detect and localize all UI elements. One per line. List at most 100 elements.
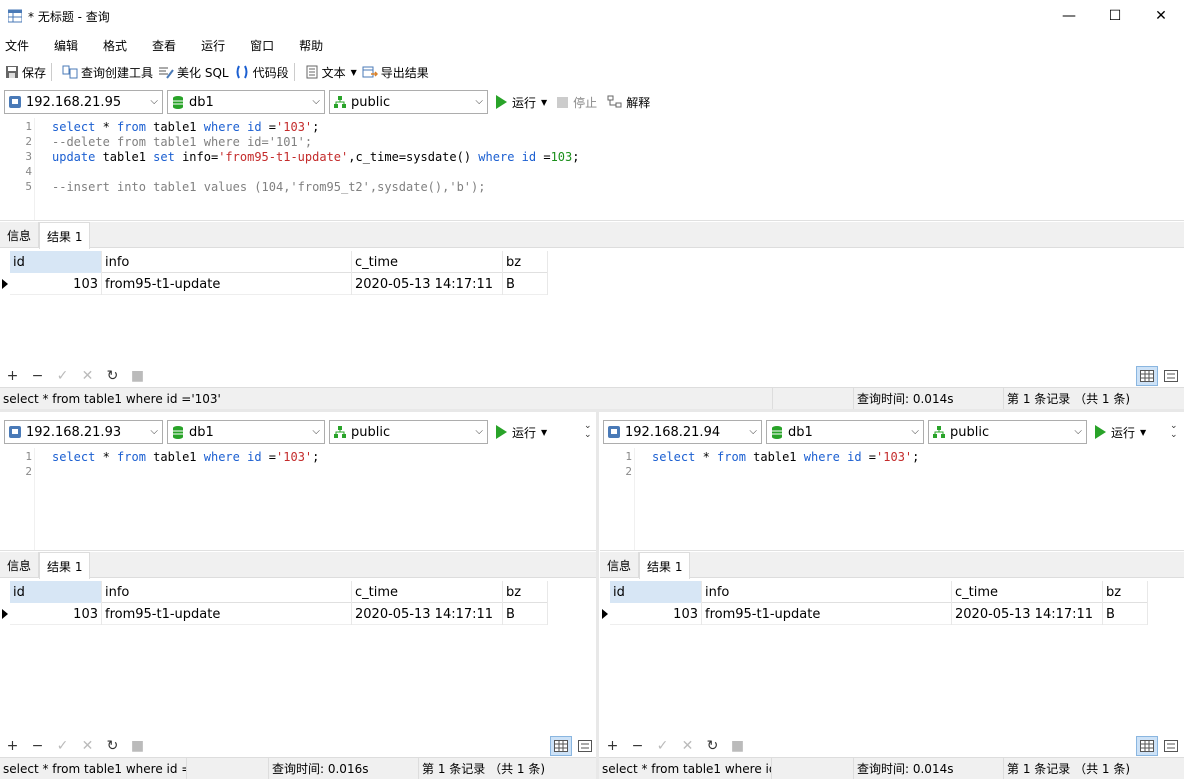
host-select[interactable]: 192.168.21.94 ⌵: [603, 420, 762, 444]
menu-edit[interactable]: 编辑: [54, 37, 78, 54]
column-header-id[interactable]: id: [610, 581, 702, 603]
apply-icon[interactable]: ✓: [50, 738, 75, 754]
delete-row-icon[interactable]: −: [625, 738, 650, 754]
cell-id[interactable]: 103: [10, 603, 102, 625]
menu-format[interactable]: 格式: [103, 37, 127, 54]
vertical-splitter[interactable]: [596, 409, 599, 779]
add-row-icon[interactable]: +: [0, 738, 25, 754]
discard-icon[interactable]: ✕: [75, 368, 100, 384]
overflow-chevron-icon[interactable]: ⌄ ⌄: [584, 422, 592, 440]
column-header-info[interactable]: info: [702, 581, 952, 603]
connection-icon: [9, 96, 21, 108]
table-row[interactable]: 103 from95-t1-update 2020-05-13 14:17:11…: [10, 603, 548, 625]
export-label: 导出结果: [380, 65, 429, 80]
run-button[interactable]: 运行 ▼: [496, 94, 547, 111]
column-header-bz[interactable]: bz: [503, 581, 548, 603]
discard-icon[interactable]: ✕: [675, 738, 700, 754]
delete-row-icon[interactable]: −: [25, 368, 50, 384]
column-header-bz[interactable]: bz: [1103, 581, 1148, 603]
table-row[interactable]: 103 from95-t1-update 2020-05-13 14:17:11…: [10, 273, 548, 295]
save-button[interactable]: 保存: [5, 64, 46, 81]
grid-view-icon[interactable]: [1136, 736, 1158, 756]
database-select[interactable]: db1 ⌵: [766, 420, 924, 444]
cell-id[interactable]: 103: [610, 603, 702, 625]
menu-view[interactable]: 查看: [152, 37, 176, 54]
explain-button[interactable]: 解释: [607, 94, 650, 111]
table-row[interactable]: 103 from95-t1-update 2020-05-13 14:17:11…: [610, 603, 1148, 625]
column-header-c-time[interactable]: c_time: [352, 251, 503, 273]
form-view-icon[interactable]: [1160, 366, 1182, 386]
column-header-id[interactable]: id: [10, 251, 102, 273]
query-builder-button[interactable]: 查询创建工具: [62, 64, 153, 81]
apply-icon[interactable]: ✓: [650, 738, 675, 754]
refresh-icon[interactable]: ↻: [100, 738, 125, 754]
column-header-info[interactable]: info: [102, 581, 352, 603]
top-sql-editor[interactable]: 1 2 3 4 5 select * from table1 where id …: [0, 118, 1184, 220]
cell-c-time[interactable]: 2020-05-13 14:17:11: [352, 603, 503, 625]
cell-info[interactable]: from95-t1-update: [102, 273, 352, 295]
menu-run[interactable]: 运行: [201, 37, 225, 54]
refresh-icon[interactable]: ↻: [700, 738, 725, 754]
grid-view-icon[interactable]: [550, 736, 572, 756]
cell-id[interactable]: 103: [10, 273, 102, 295]
save-icon: [6, 66, 18, 78]
menu-help[interactable]: 帮助: [299, 37, 323, 54]
tab-info[interactable]: 信息: [600, 552, 640, 578]
tab-result-1[interactable]: 结果 1: [639, 552, 691, 579]
grid-view-icon[interactable]: [1136, 366, 1158, 386]
add-row-icon[interactable]: +: [600, 738, 625, 754]
tab-info[interactable]: 信息: [0, 552, 40, 578]
stop-icon[interactable]: ■: [725, 738, 750, 754]
cell-bz[interactable]: B: [503, 273, 548, 295]
host-select[interactable]: 192.168.21.93 ⌵: [4, 420, 163, 444]
close-button[interactable]: ✕: [1138, 0, 1184, 32]
run-button[interactable]: 运行 ▼: [496, 424, 547, 441]
tab-result-1[interactable]: 结果 1: [39, 222, 91, 249]
add-row-icon[interactable]: +: [0, 368, 25, 384]
minimize-button[interactable]: —: [1046, 0, 1092, 32]
cell-bz[interactable]: B: [503, 603, 548, 625]
refresh-icon[interactable]: ↻: [100, 368, 125, 384]
stop-icon[interactable]: ■: [125, 368, 150, 384]
cell-info[interactable]: from95-t1-update: [102, 603, 352, 625]
column-header-id[interactable]: id: [10, 581, 102, 603]
stop-icon[interactable]: ■: [125, 738, 150, 754]
menu-file[interactable]: 文件: [5, 37, 29, 54]
column-header-c-time[interactable]: c_time: [352, 581, 503, 603]
schema-select[interactable]: public ⌵: [329, 90, 488, 114]
menu-window[interactable]: 窗口: [250, 37, 274, 54]
stop-button[interactable]: 停止: [557, 94, 597, 111]
cell-bz[interactable]: B: [1103, 603, 1148, 625]
overflow-chevron-icon[interactable]: ⌄ ⌄: [1170, 422, 1178, 440]
beautify-sql-button[interactable]: 美化 SQL: [158, 64, 229, 81]
export-results-button[interactable]: 导出结果: [362, 64, 429, 81]
row-pointer-icon: [2, 279, 8, 289]
run-button[interactable]: 运行 ▼: [1095, 424, 1146, 441]
apply-icon[interactable]: ✓: [50, 368, 75, 384]
discard-icon[interactable]: ✕: [75, 738, 100, 754]
database-select[interactable]: db1 ⌵: [167, 90, 325, 114]
database-select[interactable]: db1 ⌵: [167, 420, 325, 444]
right-sql-editor[interactable]: 1 2 select * from table1 where id ='103'…: [600, 448, 1184, 550]
tab-info[interactable]: 信息: [0, 222, 40, 248]
schema-select[interactable]: public ⌵: [329, 420, 488, 444]
top-result-tabs: 信息 结果 1: [0, 222, 1184, 249]
cell-info[interactable]: from95-t1-update: [702, 603, 952, 625]
text-mode-button[interactable]: 文本 ▼: [305, 64, 357, 81]
tab-result-1[interactable]: 结果 1: [39, 552, 91, 579]
horizontal-splitter[interactable]: [0, 409, 1184, 412]
column-header-c-time[interactable]: c_time: [952, 581, 1103, 603]
snippet-button[interactable]: 代码段: [234, 64, 289, 81]
host-select[interactable]: 192.168.21.95 ⌵: [4, 90, 163, 114]
column-header-info[interactable]: info: [102, 251, 352, 273]
form-view-icon[interactable]: [1160, 736, 1182, 756]
form-view-icon[interactable]: [574, 736, 596, 756]
column-header-bz[interactable]: bz: [503, 251, 548, 273]
schema-select[interactable]: public ⌵: [928, 420, 1087, 444]
cell-c-time[interactable]: 2020-05-13 14:17:11: [352, 273, 503, 295]
maximize-button[interactable]: ☐: [1092, 0, 1138, 32]
left-sql-editor[interactable]: 1 2 select * from table1 where id ='103'…: [0, 448, 596, 550]
beautify-label: 美化 SQL: [177, 65, 229, 80]
delete-row-icon[interactable]: −: [25, 738, 50, 754]
cell-c-time[interactable]: 2020-05-13 14:17:11: [952, 603, 1103, 625]
